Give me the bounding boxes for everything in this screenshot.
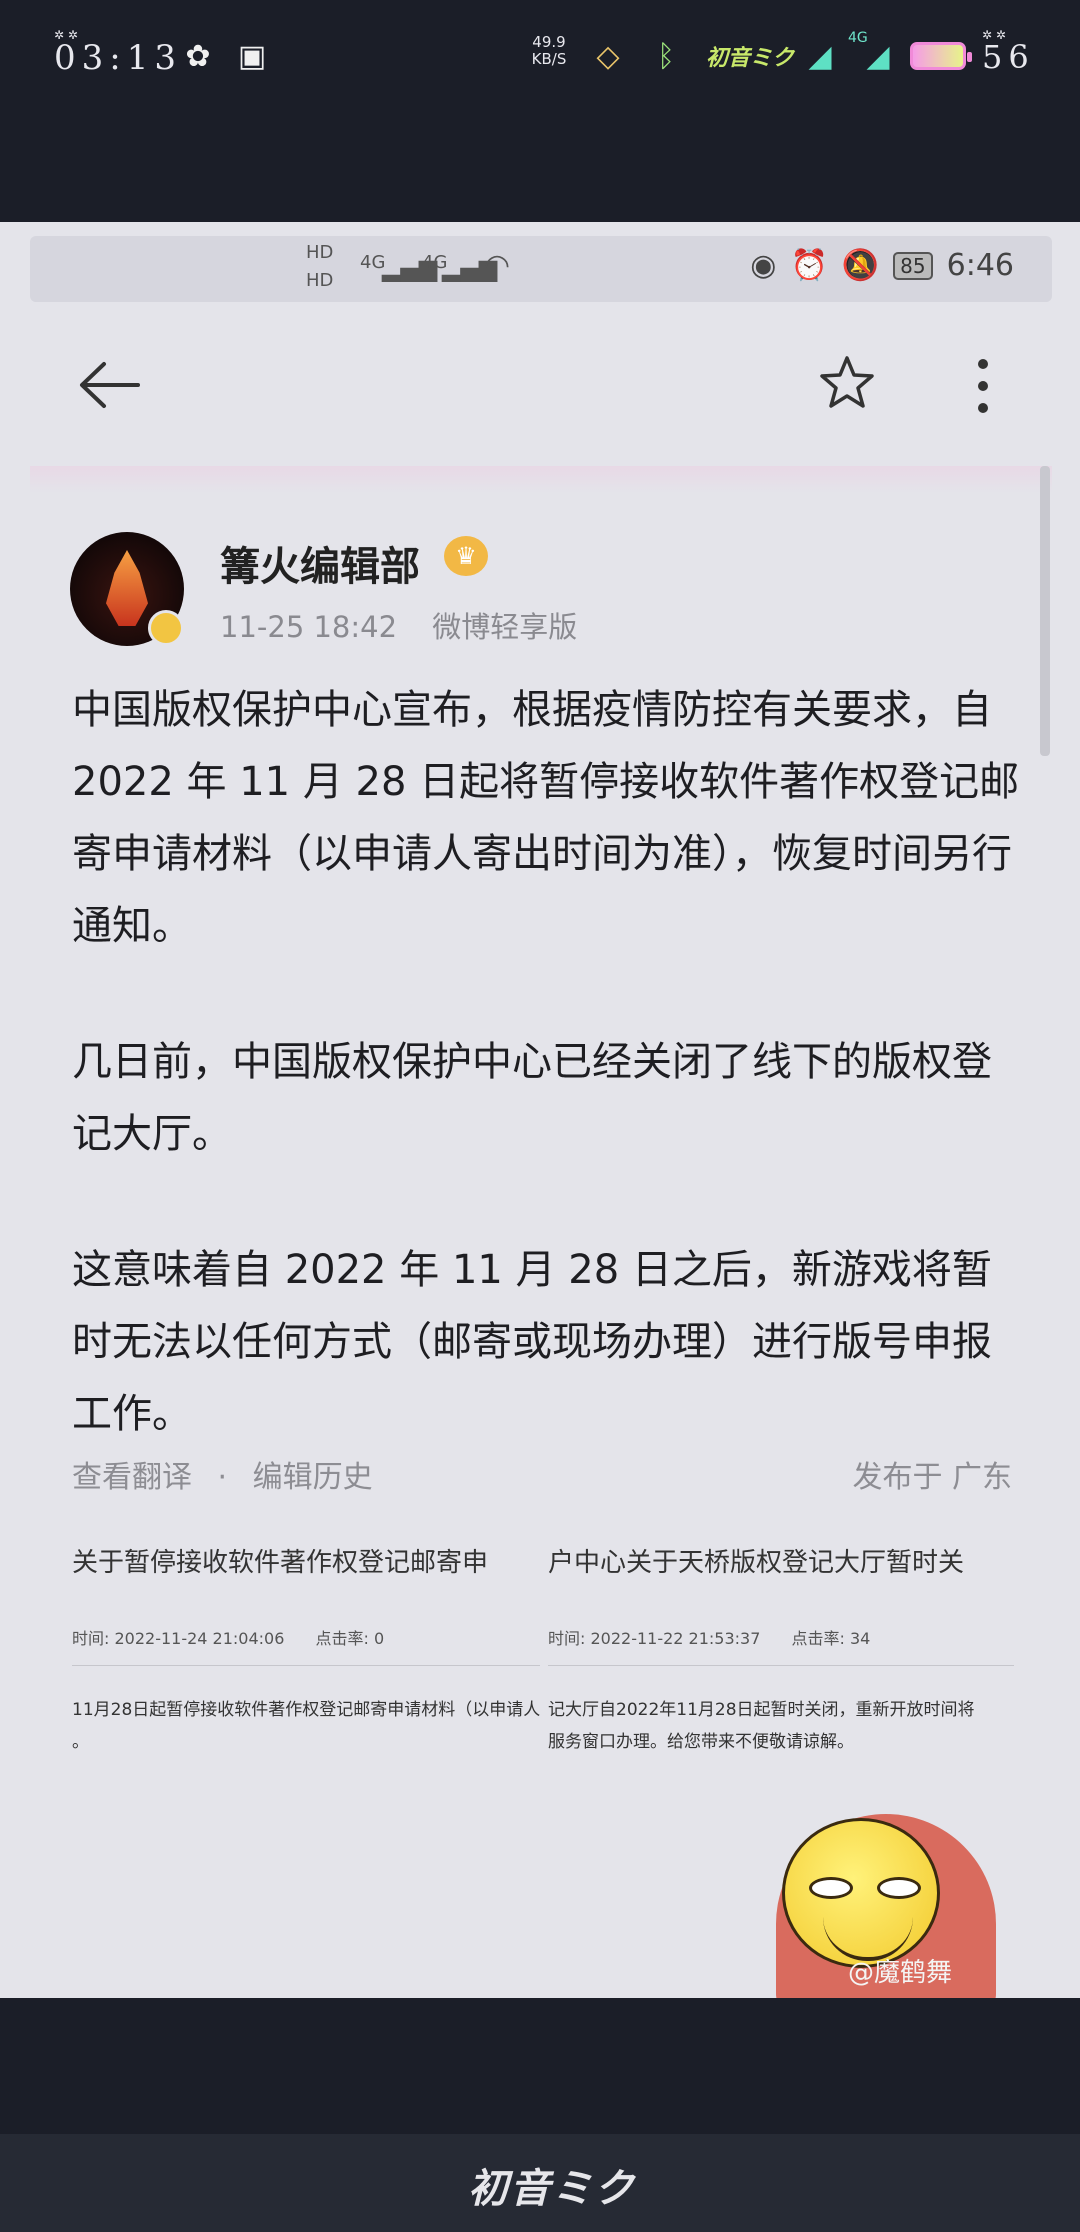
- card-divider: [30, 466, 1052, 494]
- status-brand: 初音ミク: [706, 46, 795, 71]
- notice-text-2: 。: [72, 1732, 89, 1752]
- alarm-icon: ⏰: [790, 248, 828, 283]
- favorite-star-icon[interactable]: [818, 354, 876, 412]
- post-meta: 11-25 18:42 微博轻享版: [220, 604, 577, 646]
- flame-logo-icon: [106, 550, 148, 626]
- post-paragraph: 这意味着自 2022 年 11 月 28 日之后，新游戏将暂时无法以任何方式（邮…: [72, 1247, 992, 1437]
- action-separator: ·: [217, 1460, 228, 1495]
- post-paragraph: 几日前，中国版权保护中心已经关闭了线下的版权登记大厅。: [72, 1039, 992, 1157]
- post-source: 微博轻享版: [432, 610, 578, 644]
- notice-clicks: 点击率: 34: [791, 1629, 871, 1648]
- crown-badge-icon: ♛: [444, 536, 488, 576]
- watermark: @魔鹤舞: [848, 1958, 953, 1988]
- hd-badge-2: HD: [306, 270, 334, 291]
- notice-title: 关于暂停接收软件著作权登记邮寄申: [72, 1548, 489, 1578]
- verified-badge-icon: [148, 610, 184, 646]
- signal-icon-2: ◢: [866, 38, 890, 74]
- wifi-icon: ◠: [484, 248, 511, 283]
- post-time: 11-25 18:42: [220, 610, 398, 644]
- clover-icon: ✿: [185, 38, 211, 74]
- inner-status-bar: HD HD 4G ▂▄▆ 4G ▂▄▆ ◠ ◉ ⏰ 🔕 85 6:46: [30, 236, 1052, 302]
- translate-link[interactable]: 查看翻译: [72, 1460, 192, 1495]
- notice-divider: [72, 1665, 540, 1666]
- bottom-spacer: [0, 1998, 1080, 2134]
- notice-text: 11月28日起暂停接收软件著作权登记邮寄申请材料（以申请人: [72, 1700, 540, 1720]
- status-time: 03:13: [54, 38, 182, 78]
- nav-brand-logo[interactable]: 初音ミク: [468, 2156, 636, 2214]
- net-speed-unit: KB/S: [531, 50, 567, 68]
- embedded-screenshot: HD HD 4G ▂▄▆ 4G ▂▄▆ ◠ ◉ ⏰ 🔕 85 6:46 篝火编辑…: [0, 222, 1080, 1998]
- meme-sticker: @魔鹤舞: [776, 1784, 1016, 1998]
- notice-time: 时间: 2022-11-24 21:04:06: [72, 1629, 285, 1648]
- post-actions: 查看翻译 · 编辑历史 发布于 广东: [72, 1452, 1012, 1496]
- inner-battery: 85: [893, 251, 933, 280]
- sticker-face: [782, 1818, 940, 1968]
- embedded-notice-1[interactable]: 关于暂停接收软件著作权登记邮寄申 时间: 2022-11-24 21:04:06…: [72, 1542, 540, 1842]
- bluetooth-icon: ᛒ: [657, 38, 675, 74]
- navigation-bar: 初音ミク: [0, 2134, 1080, 2232]
- app-bar: [0, 312, 1080, 472]
- signal-icon: ◢: [808, 38, 832, 74]
- more-options-icon[interactable]: [968, 356, 998, 416]
- notice-text-2: 服务窗口办理。给您带来不便敬请谅解。: [548, 1732, 854, 1752]
- inner-status-right: ◉ ⏰ 🔕 85 6:46: [750, 248, 1014, 283]
- back-arrow-icon[interactable]: [78, 360, 140, 410]
- hd-badge: HD: [306, 242, 334, 263]
- notice-title: 户中心关于天桥版权登记大厅暂时关: [548, 1548, 965, 1578]
- notice-divider: [548, 1665, 1014, 1666]
- mute-icon: 🔕: [841, 248, 880, 283]
- post-location: 发布于 广东: [852, 1460, 1012, 1495]
- post-body: 中国版权保护中心宣布，根据疫情防控有关要求，自 2022 年 11 月 28 日…: [72, 674, 1022, 1514]
- battery-icon: [910, 42, 972, 70]
- scrollbar[interactable]: [1040, 466, 1050, 756]
- net-speed: 49.9 KB/S: [524, 34, 574, 68]
- sticker-eye: [877, 1877, 921, 1899]
- author-name[interactable]: 篝火编辑部: [220, 534, 420, 592]
- notification-app-icon: ▣: [237, 38, 267, 74]
- notice-info: 时间: 2022-11-22 21:53:37 点击率: 34: [548, 1625, 1014, 1649]
- eye-icon: ◉: [750, 248, 777, 283]
- outer-status-bar: ✲ ✲ 03:13 ✿ ▣ 49.9 KB/S ◇ ᛒ 初音ミク ◢ 4G ◢ …: [0, 0, 1080, 222]
- notice-info: 时间: 2022-11-24 21:04:06 点击率: 0: [72, 1625, 540, 1649]
- notice-text: 记大厅自2022年11月28日起暂时关闭，重新开放时间将: [548, 1700, 975, 1720]
- sticker-eye: [809, 1877, 853, 1899]
- edit-history-link[interactable]: 编辑历史: [253, 1460, 373, 1495]
- inner-time: 6:46: [946, 248, 1014, 283]
- notice-time: 时间: 2022-11-22 21:53:37: [548, 1629, 761, 1648]
- diamond-icon: ◇: [596, 38, 620, 74]
- battery-level: 56: [982, 38, 1035, 76]
- net-speed-value: 49.9: [532, 33, 566, 51]
- post-paragraph: 中国版权保护中心宣布，根据疫情防控有关要求，自 2022 年 11 月 28 日…: [72, 687, 1020, 949]
- notice-clicks: 点击率: 0: [315, 1629, 385, 1648]
